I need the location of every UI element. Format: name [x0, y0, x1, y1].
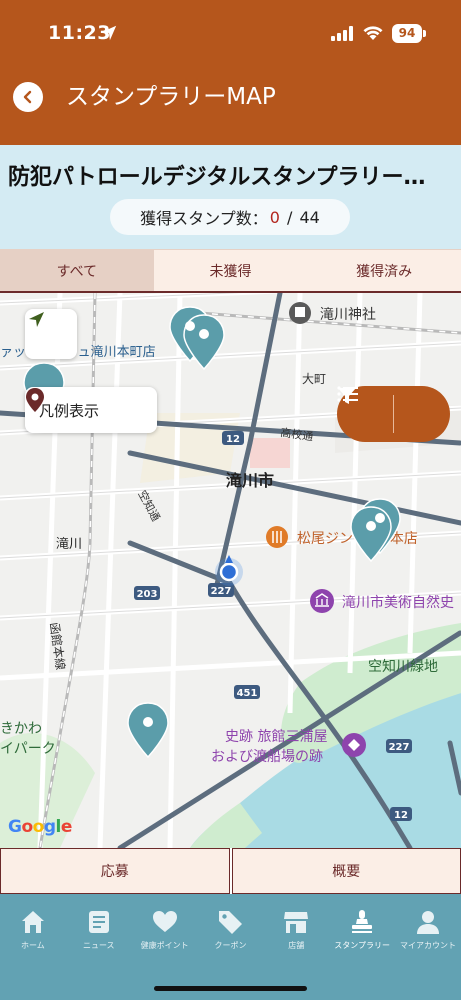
chevron-left-icon	[23, 90, 32, 104]
stamp-pin-5[interactable]	[127, 702, 169, 759]
route-12-shield: 12	[226, 434, 240, 445]
home-indicator	[154, 986, 307, 991]
person-icon	[416, 911, 439, 934]
map-canvas: 12 227 203 451 227 12 滝川神社 大町 高校通 滝川市 空知…	[0, 293, 461, 848]
stamp-count-acquired: 0	[269, 207, 280, 227]
map-label-kikawa: きかわ	[0, 721, 42, 737]
tabbar-news-label: ニュース	[82, 941, 115, 950]
status-bar: 11:23 94	[0, 0, 461, 68]
bottom-tab-bar: ホーム ニュース 健康ポイント クーポン 店舗 スタンプラリー マイアカウント	[0, 894, 461, 1000]
stamp-count-label: 獲得スタンプ数：	[140, 209, 268, 228]
route-227-shield: 227	[211, 586, 232, 597]
rally-info-panel: 防犯パトロールデジタルスタンプラリー… 獲得スタンプ数： 0 / 44	[0, 145, 461, 249]
tabbar-health-label: 健康ポイント	[140, 941, 189, 950]
my-location-button[interactable]	[25, 309, 77, 359]
tab-not-acquired[interactable]: 未獲得	[153, 250, 308, 291]
apply-button[interactable]: 応募	[0, 848, 230, 894]
map-pin-icon	[26, 388, 44, 412]
legend-label: 凡例表示	[39, 401, 100, 420]
tabbar-home[interactable]: ホーム	[0, 894, 66, 1000]
cellular-signal-icon	[331, 26, 353, 41]
store-icon	[284, 912, 309, 933]
action-bar: 応募 概要	[0, 848, 461, 894]
stamp-pin-4[interactable]	[350, 506, 392, 563]
route-451-shield: 451	[237, 688, 258, 699]
tabbar-health[interactable]: 健康ポイント	[132, 894, 198, 1000]
rally-title: 防犯パトロールデジタルスタンプラリー…	[8, 165, 426, 190]
tabbar-stamp-rally[interactable]: スタンプラリー	[329, 894, 395, 1000]
page-title: スタンプラリーMAP	[66, 84, 276, 110]
google-logo: Google	[8, 817, 72, 837]
navigation-arrow-icon	[29, 312, 44, 327]
nav-bar: スタンプラリーMAP	[0, 68, 461, 145]
current-location-dot	[219, 562, 239, 582]
map-label-historic-2: および渡船場の跡	[211, 749, 323, 765]
tabbar-coupon[interactable]: クーポン	[198, 894, 264, 1000]
tabbar-my-account-label: マイアカウント	[399, 941, 456, 950]
google-logo-g: G	[8, 817, 22, 837]
map-label-museum: 滝川市美術自然史	[342, 594, 454, 611]
filter-button[interactable]	[338, 386, 450, 442]
filter-tabs: すべて 未獲得 獲得済み	[0, 249, 461, 293]
route-227-shield-2: 227	[389, 742, 410, 753]
map-label-omachi: 大町	[302, 372, 326, 386]
location-arrow-icon	[101, 25, 117, 41]
heart-icon	[152, 911, 177, 932]
stamp-count-badge: 獲得スタンプ数： 0 / 44	[110, 199, 350, 235]
map-label-station: 滝川	[56, 537, 82, 552]
stamp-count-separator: /	[281, 207, 298, 227]
tabbar-coupon-label: クーポン	[214, 941, 247, 950]
route-203-shield: 203	[137, 589, 158, 600]
tab-acquired[interactable]: 獲得済み	[307, 250, 461, 291]
map-label-city: 滝川市	[226, 471, 274, 490]
tabbar-store[interactable]: 店舗	[263, 894, 329, 1000]
overview-button[interactable]: 概要	[231, 848, 461, 894]
tabbar-home-label: ホーム	[21, 941, 45, 950]
map-label-shrine: 滝川神社	[320, 307, 376, 323]
map-control-group	[337, 386, 450, 442]
stamp-rally-map-screen: 11:23 94 スタンプラリーMAP 防犯パトロールデジタルスタンプラリー… …	[0, 0, 461, 1000]
news-icon	[88, 911, 109, 933]
tag-icon	[219, 911, 243, 934]
tabbar-stamp-rally-label: スタンプラリー	[334, 941, 391, 950]
map-label-store: ァックスバリュ滝川本町店	[0, 345, 156, 360]
stamp-icon	[352, 910, 373, 933]
map-label-ipark: イパーク	[0, 741, 56, 757]
map-label-hakodate-line: 函館本線	[47, 621, 69, 671]
map-label-historic-1: 史跡 旅館三浦屋	[225, 728, 327, 745]
route-12-shield-2: 12	[394, 810, 408, 821]
battery-indicator: 94	[392, 24, 426, 43]
map-label-ryokuchi: 空知川緑地	[368, 658, 438, 675]
tabbar-news[interactable]: ニュース	[66, 894, 132, 1000]
map-view[interactable]: 12 227 203 451 227 12 滝川神社 大町 高校通 滝川市 空知…	[0, 293, 461, 848]
tabbar-store-label: 店舗	[288, 941, 305, 950]
tabbar-my-account[interactable]: マイアカウント	[395, 894, 461, 1000]
filter-icon	[338, 388, 356, 404]
back-button[interactable]	[13, 82, 43, 112]
legend-button[interactable]: 凡例表示	[25, 387, 157, 433]
app-header: 11:23 94 スタンプラリーMAP	[0, 0, 461, 145]
stamp-count-total: 44	[299, 207, 320, 227]
wifi-icon	[363, 26, 383, 40]
home-icon	[21, 911, 44, 933]
map-label-kusotsu-dori: 空知通	[135, 488, 163, 524]
tab-all[interactable]: すべて	[0, 250, 154, 291]
